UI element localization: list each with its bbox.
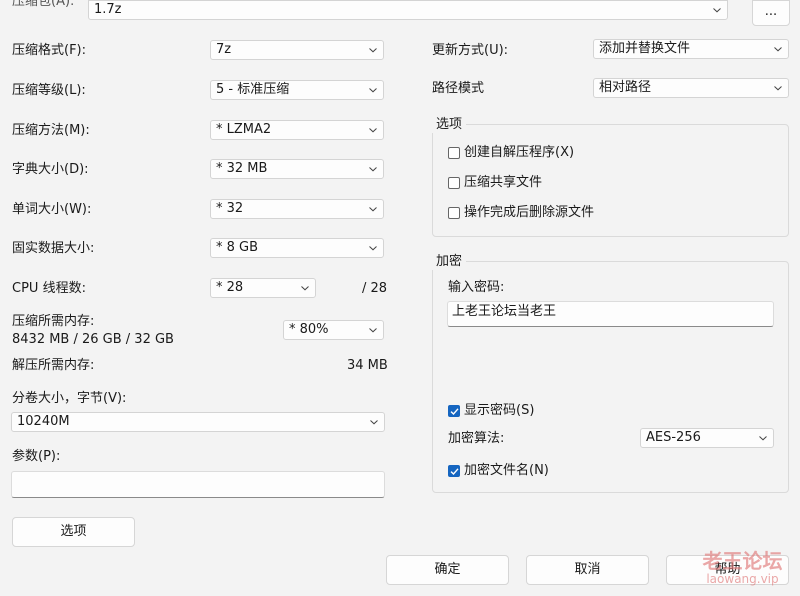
level-combo[interactable]: 5 - 标准压缩 <box>210 80 384 100</box>
format-value: 7z <box>216 42 232 57</box>
sfx-label: 创建自解压程序(X) <box>464 145 575 160</box>
params-label: 参数(P): <box>12 449 61 464</box>
password-label: 输入密码: <box>448 280 505 295</box>
chevron-down-icon <box>369 165 377 173</box>
mem-compress-label: 压缩所需内存: <box>12 314 95 329</box>
update-value: 添加并替换文件 <box>599 41 691 56</box>
word-combo[interactable]: * 32 <box>210 199 384 219</box>
chevron-down-icon <box>759 434 767 442</box>
archive-path-value: 1.7z <box>94 2 122 17</box>
threads-combo[interactable]: * 28 <box>210 278 316 298</box>
options-group-title: 选项 <box>432 117 467 133</box>
delete-source-checkbox[interactable] <box>448 207 460 219</box>
mem-usage-combo[interactable]: * 80% <box>283 320 384 340</box>
method-combo[interactable]: * LZMA2 <box>210 120 384 140</box>
threads-label: CPU 线程数: <box>12 281 86 296</box>
chevron-down-icon <box>301 284 309 292</box>
pathmode-label: 路径模式 <box>432 81 485 96</box>
chevron-down-icon <box>369 326 377 334</box>
enc-method-value: AES-256 <box>646 430 701 445</box>
update-combo[interactable]: 添加并替换文件 <box>593 39 789 59</box>
encrypt-names-checkbox[interactable] <box>448 465 460 477</box>
delete-source-label: 操作完成后删除源文件 <box>464 205 595 220</box>
solid-combo[interactable]: * 8 GB <box>210 238 384 258</box>
solid-value: * 8 GB <box>216 240 259 255</box>
volume-label: 分卷大小，字节(V): <box>12 391 127 406</box>
mem-decompress-label: 解压所需内存: <box>12 358 95 373</box>
encryption-group-title: 加密 <box>432 254 467 270</box>
enc-method-label: 加密算法: <box>448 431 505 446</box>
chevron-down-icon <box>774 84 782 92</box>
word-label: 单词大小(W): <box>12 202 92 217</box>
sfx-checkbox[interactable] <box>448 147 460 159</box>
chevron-down-icon <box>370 418 378 426</box>
chevron-down-icon <box>369 244 377 252</box>
solid-label: 固实数据大小: <box>12 241 95 256</box>
ok-button[interactable]: 确定 <box>386 555 509 585</box>
word-value: * 32 <box>216 201 244 216</box>
chevron-down-icon <box>369 86 377 94</box>
volume-combo[interactable]: 10240M <box>11 412 385 432</box>
cancel-button[interactable]: 取消 <box>526 555 649 585</box>
archive-path-combo[interactable]: 1.7z <box>88 0 728 20</box>
password-input[interactable]: 上老王论坛当老王 <box>447 301 774 327</box>
method-label: 压缩方法(M): <box>12 123 90 138</box>
browse-button[interactable]: ... <box>752 0 790 26</box>
chevron-down-icon <box>774 45 782 53</box>
method-value: * LZMA2 <box>216 122 272 137</box>
help-button[interactable]: 帮助 <box>666 555 789 585</box>
archive-label: 压缩包(A): <box>12 0 75 9</box>
dict-label: 字典大小(D): <box>12 162 89 177</box>
show-password-checkbox[interactable] <box>448 405 460 417</box>
dict-combo[interactable]: * 32 MB <box>210 159 384 179</box>
mem-decompress-value: 34 MB <box>347 358 388 373</box>
checkmark-icon <box>450 408 459 416</box>
pathmode-value: 相对路径 <box>599 80 652 95</box>
dict-value: * 32 MB <box>216 161 268 176</box>
format-label: 压缩格式(F): <box>12 43 87 58</box>
shared-checkbox[interactable] <box>448 177 460 189</box>
chevron-down-icon <box>369 46 377 54</box>
chevron-down-icon <box>713 6 721 14</box>
volume-value: 10240M <box>17 414 70 429</box>
enc-method-combo[interactable]: AES-256 <box>640 428 774 448</box>
chevron-down-icon <box>369 126 377 134</box>
shared-label: 压缩共享文件 <box>464 175 543 190</box>
encrypt-names-label: 加密文件名(N) <box>464 463 549 478</box>
update-label: 更新方式(U): <box>432 43 509 58</box>
pathmode-combo[interactable]: 相对路径 <box>593 78 789 98</box>
params-input[interactable] <box>11 471 385 498</box>
threads-value: * 28 <box>216 280 244 295</box>
chevron-down-icon <box>369 205 377 213</box>
level-value: 5 - 标准压缩 <box>216 82 290 97</box>
threads-max: / 28 <box>362 281 388 296</box>
mem-compress-detail: 8432 MB / 26 GB / 32 GB <box>12 332 174 347</box>
show-password-label: 显示密码(S) <box>464 403 535 418</box>
level-label: 压缩等级(L): <box>12 83 86 98</box>
format-combo[interactable]: 7z <box>210 40 384 60</box>
mem-usage-value: * 80% <box>289 322 329 337</box>
checkmark-icon <box>450 468 459 476</box>
options-button[interactable]: 选项 <box>12 517 135 547</box>
